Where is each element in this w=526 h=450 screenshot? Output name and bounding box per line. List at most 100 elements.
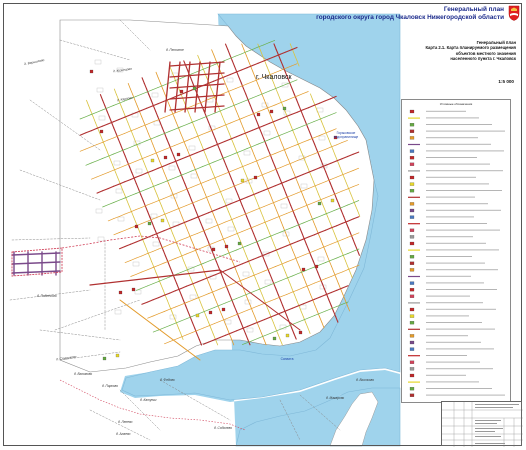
legend-box-symbol	[409, 109, 415, 114]
legend-text-line	[426, 229, 500, 231]
legend-box-symbol	[409, 373, 415, 378]
legend-box-symbol	[409, 149, 415, 153]
settlement-label: д. Алаево	[116, 432, 131, 436]
legend-text-line	[426, 361, 480, 363]
legend-box-symbol	[409, 156, 415, 160]
legend-box-symbol	[409, 347, 415, 351]
legend-text-line	[426, 262, 485, 264]
legend-box-symbol	[409, 189, 415, 193]
settlement-label: д. Вахомово	[74, 372, 93, 376]
legend-text-line	[426, 117, 479, 119]
legend-text-line	[426, 348, 494, 350]
legend-text-line	[426, 196, 475, 198]
legend-text-line	[426, 381, 479, 383]
legend-box-symbol	[409, 340, 415, 345]
legend-text-line	[426, 190, 502, 191]
legend-text-line	[426, 269, 498, 271]
legend-box-symbol	[409, 228, 415, 232]
legend-text-line	[426, 130, 505, 132]
reservoir-label: Горьковское водохранилище	[326, 131, 366, 139]
map-scale: 1:5 000	[498, 79, 514, 84]
legend-box-symbol	[409, 387, 415, 391]
settlement-label: д. Федово	[160, 378, 175, 382]
sheet-title: Генеральный план городского округа город…	[316, 6, 504, 22]
legend-box-symbol	[409, 235, 415, 239]
legend-text-line	[426, 275, 471, 277]
legend-box-symbol	[409, 123, 415, 127]
legend-text-line	[426, 249, 499, 251]
general-plan-map: Генеральный план городского округа город…	[0, 0, 526, 450]
legend-text-line	[426, 388, 492, 389]
settlement-label: д. Высоково	[356, 378, 375, 382]
legend-text-line	[426, 394, 505, 396]
legend-box-symbol	[409, 136, 415, 140]
settlement-label: д. Катунки	[140, 398, 157, 402]
legend-box-symbol	[409, 241, 415, 246]
legend-box-symbol	[409, 208, 415, 213]
legend-box-symbol	[409, 367, 415, 371]
sheet-title-line2: городского округа город Чкаловск Нижегор…	[316, 14, 504, 21]
legend-text-line	[426, 289, 497, 290]
legend-text-line	[426, 328, 495, 330]
legend-text-line	[426, 308, 496, 310]
legend-text-line	[426, 163, 490, 165]
coat-of-arms-icon	[508, 5, 520, 21]
legend-text-line	[426, 302, 483, 304]
reservoir-label-line2: водохранилище	[333, 135, 359, 139]
legend-text-line	[426, 110, 466, 112]
legend-text-line	[426, 322, 482, 323]
legend-text-line	[426, 295, 470, 297]
map-legend: Условные обозначения	[401, 99, 511, 403]
sheet-title-line1: Генеральный план	[443, 6, 504, 13]
settlement-label: д. Макарово	[326, 396, 345, 400]
legend-box-symbol	[409, 162, 415, 166]
river-label: Санахта	[280, 357, 294, 361]
legend-symbols	[408, 109, 505, 397]
legend-text-line	[426, 203, 488, 205]
settlement-label: д. Соболево	[214, 426, 233, 430]
legend-box-symbol	[409, 129, 415, 133]
legend-box-symbol	[409, 393, 415, 397]
legend-text-line	[426, 124, 492, 125]
settlement-label: д. Песочное	[166, 48, 184, 52]
legend-box-symbol	[409, 281, 415, 285]
legend-box-symbol	[409, 215, 415, 219]
title-stamp	[441, 401, 523, 447]
legend-box-symbol	[409, 288, 415, 292]
legend-text-line	[426, 236, 473, 238]
settlement-label: д. Ленево	[118, 420, 133, 424]
legend-box-symbol	[409, 294, 415, 298]
legend-text-line	[426, 242, 486, 244]
legend-text-line	[426, 176, 476, 178]
settlement-label: д. Пархово	[102, 384, 118, 388]
legend-text-line	[426, 374, 466, 376]
legend-box-symbol	[409, 261, 415, 265]
legend-text-line	[426, 341, 481, 343]
legend-box-symbol	[409, 202, 415, 206]
legend-box-symbol	[409, 360, 415, 364]
legend-text-line	[426, 150, 504, 152]
stamp-grid	[442, 402, 523, 447]
legend-text-line	[426, 183, 489, 185]
legend-text-line	[426, 223, 487, 224]
legend-text-line	[426, 209, 501, 211]
legend-text-line	[426, 157, 477, 158]
legend-text-line	[426, 143, 491, 145]
legend-box-symbol	[409, 314, 415, 318]
legend-text-line	[426, 282, 484, 284]
legend-box-symbol	[409, 307, 415, 312]
legend-text-line	[426, 315, 469, 317]
map-title: Генеральный план Карта 2.1. Карта планир…	[396, 40, 516, 62]
city-label: г. Чкаловск	[256, 74, 292, 81]
legend-box-symbol	[409, 255, 415, 259]
legend-box-symbol	[409, 268, 415, 272]
legend-box-symbol	[409, 175, 415, 180]
legend-text-line	[426, 216, 474, 218]
legend-text-line	[426, 355, 467, 356]
legend-text-line	[426, 256, 472, 257]
legend-text-line	[426, 335, 468, 337]
legend-text-line	[426, 170, 503, 172]
legend-box-symbol	[409, 182, 415, 186]
legend-box-symbol	[409, 321, 415, 325]
legend-box-symbol	[409, 334, 415, 338]
